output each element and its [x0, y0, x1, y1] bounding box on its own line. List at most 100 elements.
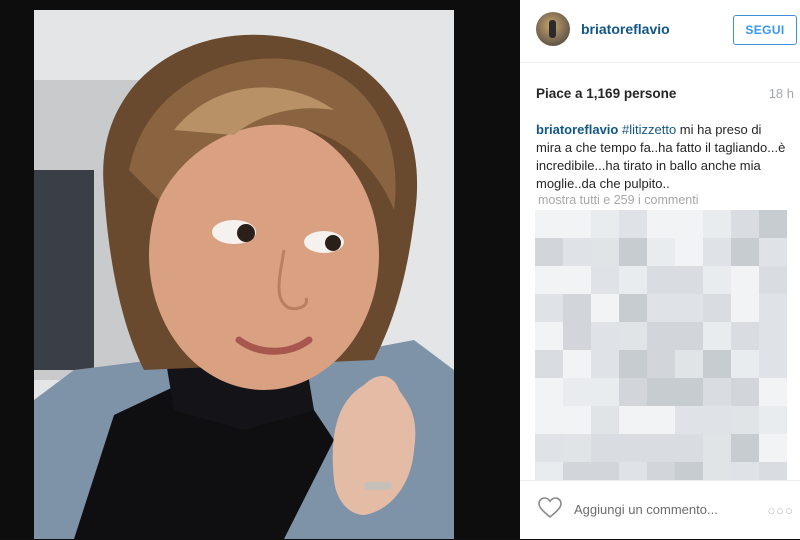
pixel-block [647, 462, 675, 490]
pixel-block [563, 378, 591, 406]
pixel-block [759, 210, 787, 238]
add-comment-input[interactable]: Aggiungi un commento... [574, 502, 718, 517]
pixel-block [591, 266, 619, 294]
pixel-block [619, 434, 647, 462]
pixel-block [647, 350, 675, 378]
pixel-block [675, 322, 703, 350]
pixelated-comments [535, 210, 787, 490]
more-options-icon[interactable]: ○○○ [767, 503, 794, 518]
pixel-block [703, 322, 731, 350]
post-sidebar: briatoreflavio SEGUI Piace a 1,169 perso… [520, 0, 800, 539]
pixel-block [703, 462, 731, 490]
instagram-post-viewer: briatoreflavio SEGUI Piace a 1,169 perso… [0, 0, 800, 539]
pixel-block [535, 434, 563, 462]
pixel-block [703, 266, 731, 294]
pixel-block [563, 238, 591, 266]
pixel-block [703, 378, 731, 406]
pixel-block [591, 322, 619, 350]
pixel-block [647, 434, 675, 462]
pixel-block [731, 462, 759, 490]
pixel-block [591, 350, 619, 378]
pixel-block [675, 350, 703, 378]
pixel-block [619, 322, 647, 350]
pixel-block [731, 406, 759, 434]
pixel-block [563, 406, 591, 434]
pixel-block [675, 406, 703, 434]
pixel-block [759, 462, 787, 490]
pixel-block [591, 294, 619, 322]
caption-hashtag-link[interactable]: #litizzetto [622, 122, 676, 137]
post-footer: Aggiungi un commento... ○○○ [520, 480, 800, 540]
likes-count[interactable]: Piace a 1,169 persone [536, 86, 676, 101]
post-timestamp[interactable]: 18 h [769, 86, 794, 101]
post-username-link[interactable]: briatoreflavio [581, 21, 670, 37]
pixel-block [759, 350, 787, 378]
pixel-block [759, 378, 787, 406]
heart-icon[interactable] [538, 497, 562, 519]
pixel-block [563, 294, 591, 322]
pixel-block [675, 434, 703, 462]
pixel-block [535, 406, 563, 434]
pixel-block [619, 210, 647, 238]
pixel-block [759, 238, 787, 266]
pixel-block [619, 294, 647, 322]
pixel-block [703, 294, 731, 322]
pixel-block [563, 462, 591, 490]
pixel-block [619, 350, 647, 378]
pixel-block [731, 210, 759, 238]
pixel-block [759, 322, 787, 350]
pixel-block [535, 462, 563, 490]
pixel-block [731, 434, 759, 462]
pixel-block [563, 322, 591, 350]
pixel-block [759, 434, 787, 462]
pixel-block [703, 238, 731, 266]
pixel-block [535, 238, 563, 266]
pixel-block [703, 434, 731, 462]
pixel-block [535, 210, 563, 238]
pixel-block [563, 434, 591, 462]
post-header: briatoreflavio SEGUI [520, 0, 800, 63]
post-caption: briatoreflavio #litizzetto mi ha preso d… [536, 121, 788, 193]
pixel-block [759, 406, 787, 434]
follow-button[interactable]: SEGUI [733, 15, 797, 45]
pixel-block [647, 266, 675, 294]
pixel-block [619, 406, 647, 434]
pixel-block [619, 266, 647, 294]
caption-username-link[interactable]: briatoreflavio [536, 122, 618, 137]
pixel-block [563, 210, 591, 238]
pixel-block [731, 378, 759, 406]
pixel-block [619, 462, 647, 490]
pixel-block [675, 210, 703, 238]
pixel-block [675, 462, 703, 490]
pixel-block [619, 378, 647, 406]
pixel-block [731, 266, 759, 294]
pixel-block [591, 210, 619, 238]
pixel-block [675, 266, 703, 294]
pixel-block [535, 378, 563, 406]
pixel-block [731, 294, 759, 322]
pixel-block [591, 406, 619, 434]
pixel-block [647, 210, 675, 238]
pixel-block [619, 238, 647, 266]
pixel-block [563, 350, 591, 378]
view-all-comments-link[interactable]: mostra tutti e 259 i commenti [538, 193, 698, 207]
pixel-block [591, 238, 619, 266]
pixel-block [647, 294, 675, 322]
pixel-block [647, 322, 675, 350]
photo-area [0, 0, 520, 539]
profile-avatar[interactable] [536, 12, 570, 46]
pixel-block [591, 378, 619, 406]
pixel-block [731, 322, 759, 350]
pixel-block [675, 238, 703, 266]
pixel-block [535, 294, 563, 322]
post-photo[interactable] [34, 10, 454, 539]
pixel-block [591, 462, 619, 490]
pixel-block [563, 266, 591, 294]
pixel-block [731, 238, 759, 266]
pixel-block [675, 294, 703, 322]
pixel-block [703, 350, 731, 378]
pixel-block [591, 434, 619, 462]
pixel-block [647, 406, 675, 434]
pixel-block [535, 322, 563, 350]
pixel-block [535, 350, 563, 378]
